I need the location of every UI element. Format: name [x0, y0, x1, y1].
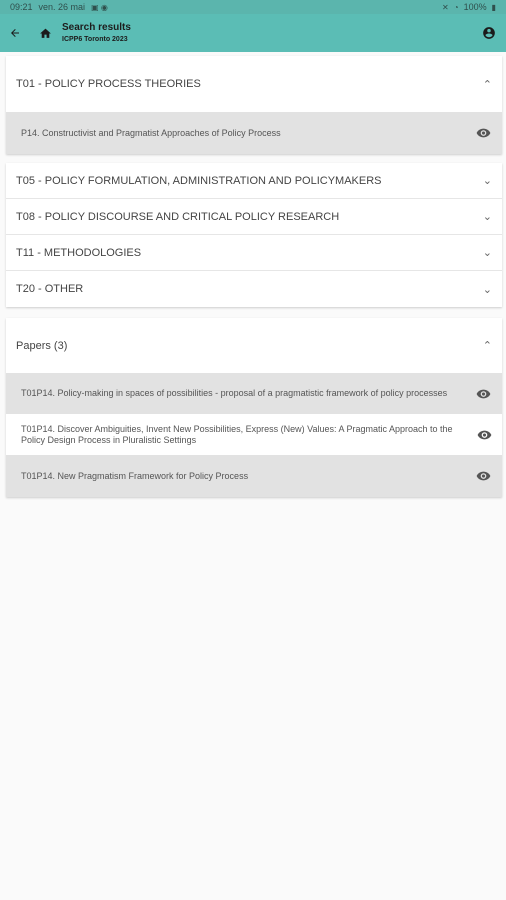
topic-label: T20 - OTHER — [16, 283, 84, 295]
paper-label: T01P14. Discover Ambiguities, Invent New… — [21, 423, 453, 445]
status-bar: 09:21 ven. 26 mai ▣ ◉ ✕ ◔ 100% ▮ — [0, 0, 506, 14]
topics-card: T01 - POLICY PROCESS THEORIES ⌃ P14. Con… — [6, 56, 502, 154]
papers-header[interactable]: Papers (3) ⌃ — [6, 318, 502, 373]
status-date: ven. 26 mai — [38, 2, 86, 12]
chevron-down-icon: ⌄ — [482, 247, 492, 259]
wifi-icon: ◔ — [453, 2, 459, 12]
chevron-down-icon: ⌄ — [482, 283, 492, 296]
topic-row-t08[interactable]: T08 - POLICY DISCOURSE AND CRITICAL POLI… — [6, 199, 502, 235]
battery-icon: ▮ — [491, 2, 496, 12]
home-button[interactable] — [30, 14, 60, 52]
topic-row-t05[interactable]: T05 - POLICY FORMULATION, ADMINISTRATION… — [6, 163, 502, 199]
topics-collapsed-card: T05 - POLICY FORMULATION, ADMINISTRATION… — [6, 163, 502, 307]
topic-label: T05 - POLICY FORMULATION, ADMINISTRATION… — [16, 174, 382, 187]
paper-label: T01P14. Policy-making in spaces of possi… — [21, 388, 448, 399]
battery-level: 100% — [463, 2, 487, 12]
paper-label: T01P14. New Pragmatism Framework for Pol… — [21, 470, 249, 481]
chevron-down-icon: ⌄ — [482, 211, 492, 223]
notification-icons: ▣ ◉ — [91, 2, 108, 12]
eye-icon[interactable] — [476, 388, 492, 400]
chevron-down-icon: ⌄ — [482, 175, 492, 187]
chevron-up-icon: ⌃ — [482, 78, 492, 91]
eye-icon[interactable] — [477, 429, 492, 441]
eye-icon[interactable] — [476, 127, 492, 139]
page-title: Search results — [62, 22, 131, 34]
topic-label: T01 - POLICY PROCESS THEORIES — [16, 78, 201, 90]
status-time: 09:21 — [10, 2, 33, 12]
topic-label: T08 - POLICY DISCOURSE AND CRITICAL POLI… — [16, 210, 340, 223]
home-icon — [39, 28, 51, 38]
papers-card: Papers (3) ⌃ T01P14. Policy-making in sp… — [6, 318, 502, 497]
back-button[interactable] — [0, 14, 30, 52]
mute-icon: ✕ — [442, 2, 449, 12]
account-circle-icon — [483, 27, 495, 39]
chevron-up-icon: ⌃ — [482, 340, 492, 352]
page-subtitle: ICPP6 Toronto 2023 — [62, 36, 128, 44]
eye-icon[interactable] — [476, 470, 492, 482]
panel-row-p14[interactable]: P14. Constructivist and Pragmatist Appro… — [6, 112, 502, 154]
app-bar: Search results ICPP6 Toronto 2023 — [0, 14, 506, 52]
account-button[interactable] — [474, 14, 504, 52]
appbar-titles: Search results ICPP6 Toronto 2023 — [62, 22, 131, 44]
arrow-left-icon — [11, 29, 19, 37]
topic-row-t01[interactable]: T01 - POLICY PROCESS THEORIES ⌃ — [6, 56, 502, 112]
topic-row-t11[interactable]: T11 - METHODOLOGIES ⌄ — [6, 235, 502, 271]
panel-label: P14. Constructivist and Pragmatist Appro… — [21, 127, 281, 138]
topic-label: T11 - METHODOLOGIES — [16, 246, 142, 259]
paper-row[interactable]: T01P14. Policy-making in spaces of possi… — [6, 373, 502, 414]
paper-row[interactable]: T01P14. Discover Ambiguities, Invent New… — [6, 414, 502, 455]
topic-row-t20[interactable]: T20 - OTHER ⌄ — [6, 271, 502, 307]
paper-row[interactable]: T01P14. New Pragmatism Framework for Pol… — [6, 455, 502, 497]
papers-header-label: Papers (3) — [16, 339, 68, 352]
